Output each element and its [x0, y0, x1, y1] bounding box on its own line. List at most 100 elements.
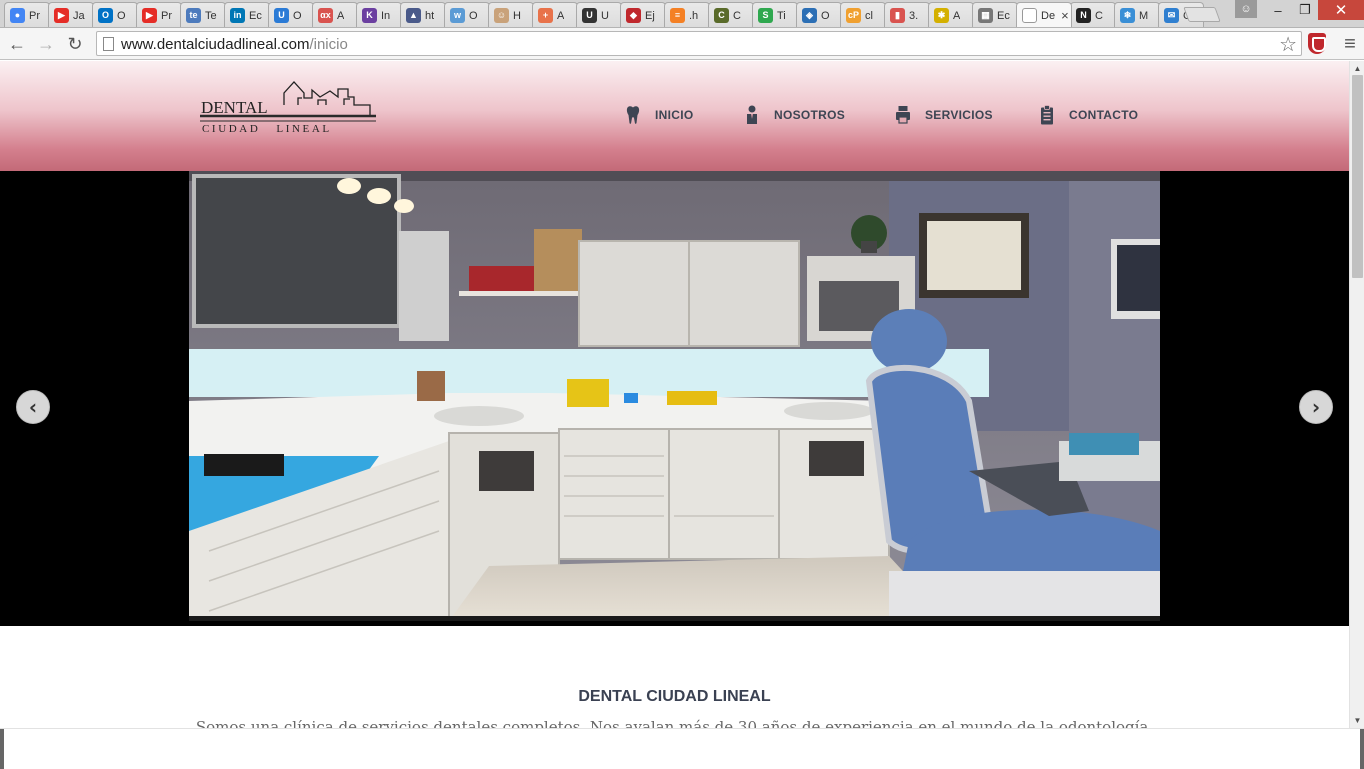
intro-title: DENTAL CIUDAD LINEAL: [578, 688, 771, 705]
u-dark-icon: U: [582, 8, 597, 23]
nav-label-nosotros: NOSOTROS: [774, 108, 846, 122]
browser-tab[interactable]: te Te: [180, 2, 226, 27]
nav-label-inicio: INICIO: [655, 108, 694, 122]
nav-servicios[interactable]: SERVICIOS: [895, 105, 993, 125]
browser-tab[interactable]: wO: [444, 2, 490, 27]
tab-title: U: [601, 9, 609, 22]
bookmark-star-icon[interactable]: ☆: [1279, 32, 1297, 57]
tab-title: Ec: [997, 9, 1010, 22]
browser-tab[interactable]: S Ti: [752, 2, 798, 27]
window-edge-right: [1360, 729, 1364, 769]
browser-tab[interactable]: αx A: [312, 2, 358, 27]
intro-text: Somos una clínica de servicios dentales …: [195, 718, 1154, 728]
address-bar[interactable]: www.dentalciudadlineal.com/inicio ☆: [96, 31, 1302, 56]
chrome-menu-icon[interactable]: ≡: [1340, 32, 1360, 56]
linkedin-icon: in: [230, 8, 245, 23]
tab-title: ht: [425, 9, 435, 22]
browser-tab[interactable]: CC: [708, 2, 754, 27]
browser-tab[interactable]: ▦ Ec: [972, 2, 1018, 27]
building-icon: ▦: [978, 8, 993, 23]
bottom-window-strip: [0, 728, 1364, 769]
te-icon: te: [186, 8, 201, 23]
browser-tab[interactable]: ✱ A: [928, 2, 974, 27]
scroll-up-icon[interactable]: ▲: [1350, 61, 1364, 76]
person-icon: [747, 105, 757, 124]
browser-tab[interactable]: UU: [576, 2, 622, 27]
logo-text-dental: DENTAL: [201, 98, 268, 117]
tab-title: In: [381, 9, 391, 22]
face-icon: ☺: [494, 8, 509, 23]
browser-tab[interactable]: ☺ H: [488, 2, 534, 27]
new-tab-button[interactable]: [1183, 7, 1221, 22]
tab-title: .h: [689, 9, 699, 22]
tab-title: A: [337, 9, 345, 22]
close-window-button[interactable]: ✕: [1318, 0, 1364, 20]
maximize-button[interactable]: ❐: [1292, 0, 1318, 20]
nav-nosotros[interactable]: NOSOTROS: [744, 105, 845, 125]
vertical-scrollbar[interactable]: ▲ ▼: [1349, 61, 1364, 728]
tab-title: M: [1139, 9, 1149, 22]
browser-tab[interactable]: ▮ 3.: [884, 2, 930, 27]
tab-title: O: [293, 9, 302, 22]
scroll-down-icon[interactable]: ▼: [1350, 713, 1364, 728]
nav-contacto[interactable]: CONTACTO: [1039, 105, 1138, 125]
back-button[interactable]: ←: [5, 32, 29, 56]
browser-tab[interactable]: in Ec: [224, 2, 270, 27]
scroll-thumb[interactable]: [1352, 75, 1363, 278]
tab-title: cl: [865, 9, 873, 22]
site-logo[interactable]: DENTAL CIUDAD LINEAL: [198, 79, 378, 139]
tooth-icon: [626, 106, 640, 124]
url-text[interactable]: www.dentalciudadlineal.com/inicio: [121, 36, 348, 53]
tab-title: Pr: [161, 9, 172, 22]
tab-title: O: [821, 9, 830, 22]
extension-shield-icon[interactable]: [1308, 33, 1326, 54]
tab-close-icon[interactable]: ×: [1061, 9, 1069, 22]
forward-button[interactable]: →: [34, 32, 58, 56]
youtube-icon: ▶: [54, 8, 69, 23]
browser-tab[interactable]: ≡ .h: [664, 2, 710, 27]
browser-tab[interactable]: ▲ ht: [400, 2, 446, 27]
tab-title: Pr: [29, 9, 40, 22]
window-edge-left: [0, 729, 4, 769]
printer-icon: [896, 106, 910, 124]
tab-title: C: [1095, 9, 1103, 22]
browser-tab[interactable]: OO: [92, 2, 138, 27]
stack-icon: ≡: [670, 8, 685, 23]
tab-title: Te: [205, 9, 217, 22]
minimize-button[interactable]: –: [1264, 0, 1292, 20]
browser-tab[interactable]: ❄ M: [1114, 2, 1160, 27]
cp-icon: cP: [846, 8, 861, 23]
browser-tab[interactable]: ▶ Pr: [136, 2, 182, 27]
chrome-icon: ●: [10, 8, 25, 23]
profile-icon[interactable]: ☺: [1235, 0, 1257, 18]
slider-prev-button[interactable]: ‹: [16, 390, 50, 424]
browser-tab[interactable]: ● Pr: [4, 2, 50, 27]
slides-icon: ▲: [406, 8, 421, 23]
ax-icon: αx: [318, 8, 333, 23]
dental-icon: [1022, 8, 1037, 23]
n-icon: N: [1076, 8, 1091, 23]
gear-icon: ✱: [934, 8, 949, 23]
badge-icon: ◈: [802, 8, 817, 23]
tab-title: A: [953, 9, 961, 22]
shield-icon: ◆: [626, 8, 641, 23]
browser-tab[interactable]: ◆ Ej: [620, 2, 666, 27]
mail-icon: ✉: [1164, 8, 1179, 23]
browser-tab[interactable]: NC: [1070, 2, 1116, 27]
nav-label-contacto: CONTACTO: [1069, 108, 1139, 122]
browser-tab[interactable]: UO: [268, 2, 314, 27]
nav-inicio[interactable]: INICIO: [625, 105, 693, 125]
browser-tab[interactable]: De ×: [1016, 2, 1072, 27]
tab-title: Ec: [249, 9, 262, 22]
browser-tab[interactable]: + A: [532, 2, 578, 27]
page-viewport: DENTAL CIUDAD LINEAL INICIO NOSOTROS SER…: [0, 61, 1349, 728]
browser-tab[interactable]: cP cl: [840, 2, 886, 27]
slider-next-button[interactable]: ›: [1299, 390, 1333, 424]
browser-tab-strip: ● Pr ▶ Ja O O ▶ Pr te Te in Ec U Oαx A K In ▲ ht w O ☺ H + A U U ◆ E…: [0, 0, 1364, 28]
browser-tab[interactable]: ▶ Ja: [48, 2, 94, 27]
s-icon: S: [758, 8, 773, 23]
reload-button[interactable]: ↻: [63, 32, 87, 56]
tab-title: O: [469, 9, 478, 22]
browser-tab[interactable]: ◈ O: [796, 2, 842, 27]
browser-tab[interactable]: K In: [356, 2, 402, 27]
